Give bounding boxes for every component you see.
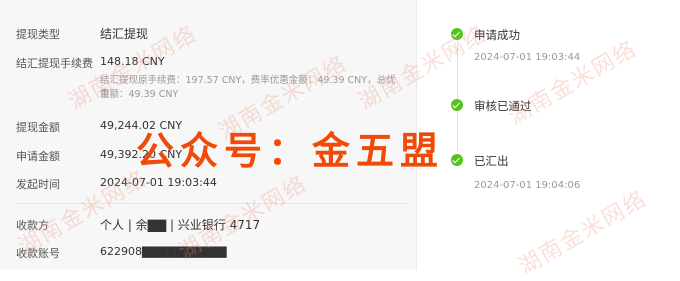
payee-value: 个人 | 余▇▇ | 兴业银行 4717 <box>100 218 261 232</box>
apply-label: 申请金额 <box>16 150 60 163</box>
timeline-step-3-title: 已汇出 <box>474 154 509 168</box>
amount-label: 提现金额 <box>16 121 60 134</box>
timeline-step-1-time: 2024-07-01 19:03:44 <box>474 52 581 63</box>
type-label: 提现类型 <box>16 28 60 41</box>
account-label: 收款账号 <box>16 247 60 260</box>
fee-label: 结汇提现手续费 <box>16 57 93 70</box>
time-value: 2024-07-01 19:03:44 <box>100 176 217 189</box>
check-circle-icon <box>451 154 463 166</box>
timeline-step-3-time: 2024-07-01 19:04:06 <box>474 180 581 191</box>
promo-banner: 公众号：金五盟 <box>136 129 445 173</box>
account-value: 622908▇▇▇▇▇▇▇▇▇▇ <box>100 245 227 258</box>
timeline-line <box>457 44 458 152</box>
fee-value: 148.18 CNY <box>100 55 165 68</box>
timeline-step-2-title: 审核已通过 <box>474 99 532 113</box>
check-circle-icon <box>451 28 463 40</box>
check-circle-icon <box>451 99 463 111</box>
type-value: 结汇提现 <box>100 27 149 41</box>
timeline-step-1-title: 申请成功 <box>474 28 520 42</box>
time-label: 发起时间 <box>16 178 60 191</box>
fee-note-line2: 金额：49.39 CNY <box>100 89 179 100</box>
divider <box>16 203 408 204</box>
status-timeline: 申请成功 2024-07-01 19:03:44 审核已通过 已汇出 2024-… <box>440 0 680 270</box>
payee-label: 收款方 <box>16 219 49 232</box>
